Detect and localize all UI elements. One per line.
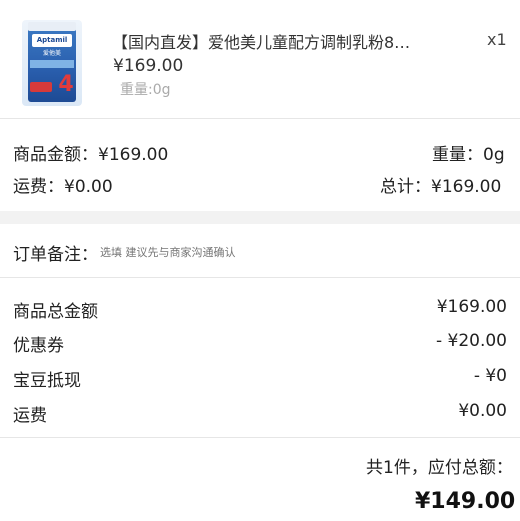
product-weight: 重量:0g [120,82,171,98]
brand-logo: Aptamil [32,34,72,47]
payable-amount: ¥149.00 [415,489,516,514]
goods-amount-label: 商品金额： [13,145,98,165]
product-stage-number: 4 [58,72,74,97]
breakdown-label-beans[interactable]: 宝豆抵现 [13,366,81,391]
divider [0,277,520,278]
summary-weight-value: 0g [483,145,505,165]
breakdown-label-shipping: 运费 [13,406,47,426]
summary-total-label: 总计： [380,177,431,197]
product-image[interactable]: Aptamil 爱他美 4 [22,20,82,106]
product-price: ¥169.00 [113,56,184,76]
product-can-lid [28,22,76,31]
summary-total: 总计：¥169.00 [380,172,501,197]
goods-amount: 商品金额：¥169.00 [13,140,168,165]
summary-weight-label: 重量： [432,145,483,165]
summary-weight: 重量：0g [432,140,505,165]
product-can-strip [30,60,74,68]
product-can-badge [30,82,52,92]
breakdown-label-coupon[interactable]: 优惠券 [13,331,64,356]
summary-total-value: ¥169.00 [431,177,502,197]
divider [0,437,520,438]
section-gap [0,211,520,224]
divider [0,118,520,119]
shipping-fee-label: 运费： [13,177,64,197]
product-title[interactable]: 【国内直发】爱他美儿童配方调制乳粉8… [112,29,410,53]
product-quantity: x1 [487,30,507,49]
breakdown-value-goods-total: ¥169.00 [436,297,507,317]
shipping-fee: 运费：¥0.00 [13,172,113,197]
order-remark-label: 订单备注： [13,245,98,265]
breakdown-label-goods-total: 商品总金额 [13,302,98,322]
payable-label: 共1件，应付总额： [366,458,513,478]
brand-cn-text: 爱他美 [42,50,61,57]
shipping-fee-value: ¥0.00 [64,177,113,197]
breakdown-value-coupon: - ¥20.00 [435,331,507,351]
goods-amount-value: ¥169.00 [98,145,169,165]
breakdown-value-shipping: ¥0.00 [458,401,507,421]
breakdown-value-beans: - ¥0 [473,366,507,386]
order-remark-input[interactable] [100,243,400,261]
